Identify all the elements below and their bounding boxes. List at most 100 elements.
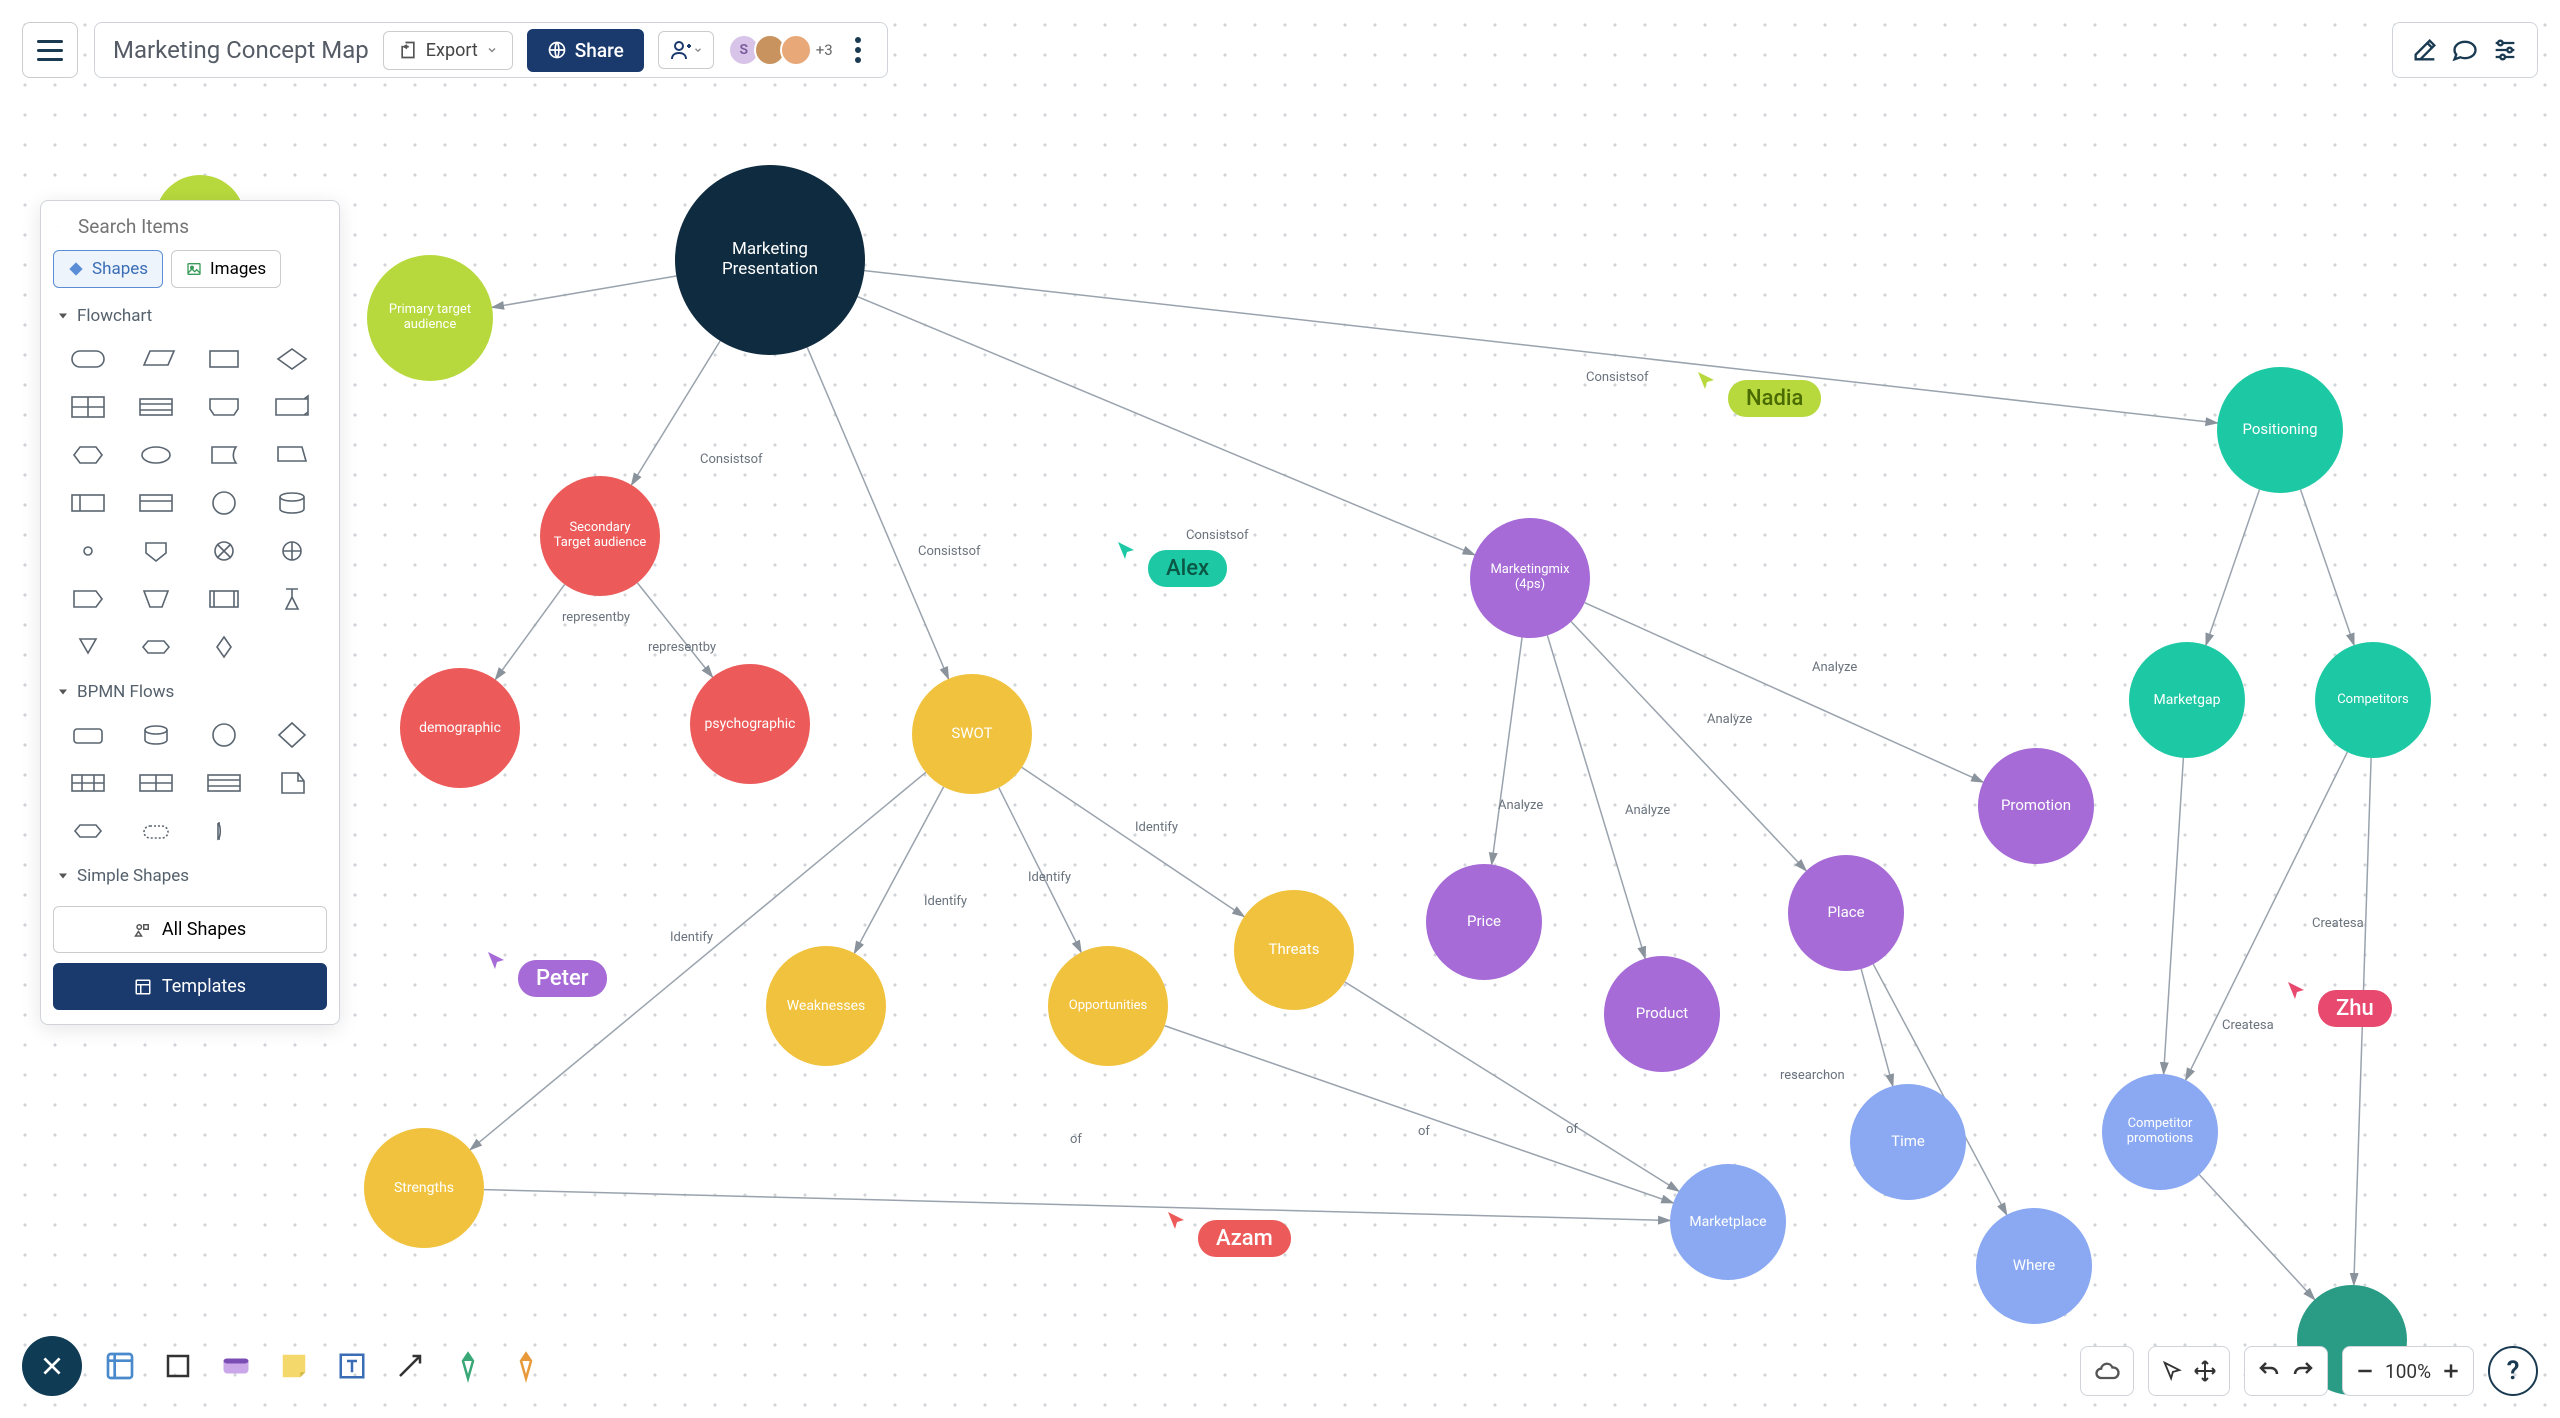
frame-tool[interactable] xyxy=(100,1346,140,1386)
search-input[interactable] xyxy=(78,215,323,238)
concept-node[interactable]: Positioning xyxy=(2217,367,2343,493)
concept-node[interactable]: Marketplace xyxy=(1670,1164,1786,1280)
shape-item[interactable] xyxy=(261,530,323,572)
shape-item[interactable] xyxy=(261,482,323,524)
shape-item[interactable] xyxy=(193,434,255,476)
shape-item[interactable] xyxy=(125,434,187,476)
concept-node[interactable]: Time xyxy=(1850,1084,1966,1200)
comments-button[interactable] xyxy=(2445,30,2485,70)
shape-item[interactable] xyxy=(125,578,187,620)
zoom-level[interactable]: 100% xyxy=(2385,1360,2431,1383)
shape-item[interactable] xyxy=(261,626,323,668)
shape-item[interactable] xyxy=(125,810,187,852)
undo-icon[interactable] xyxy=(2257,1359,2281,1383)
shape-item[interactable] xyxy=(57,762,119,804)
section-header-flowchart[interactable]: Flowchart xyxy=(41,298,339,334)
concept-node[interactable]: psychographic xyxy=(690,664,810,784)
card-tool[interactable] xyxy=(216,1346,256,1386)
all-shapes-button[interactable]: All Shapes xyxy=(53,906,327,953)
concept-node[interactable]: Threats xyxy=(1234,890,1354,1010)
move-icon[interactable] xyxy=(2193,1359,2217,1383)
avatar[interactable] xyxy=(780,34,812,66)
shape-item[interactable] xyxy=(193,626,255,668)
rectangle-tool[interactable] xyxy=(158,1346,198,1386)
shape-item[interactable] xyxy=(57,626,119,668)
menu-button[interactable] xyxy=(22,22,78,78)
shape-item[interactable] xyxy=(57,338,119,380)
connector-tool[interactable] xyxy=(390,1346,430,1386)
more-menu-button[interactable] xyxy=(847,29,869,71)
add-collaborator-button[interactable] xyxy=(658,31,714,69)
shape-item[interactable] xyxy=(125,386,187,428)
concept-node[interactable]: Primary target audience xyxy=(367,255,493,381)
collaborator-overflow[interactable]: +3 xyxy=(816,41,833,59)
concept-node[interactable]: Product xyxy=(1604,956,1720,1072)
cursor-icon[interactable] xyxy=(2161,1360,2183,1382)
text-tool[interactable] xyxy=(332,1346,372,1386)
concept-node[interactable]: Opportunities xyxy=(1048,946,1168,1066)
sticky-tool[interactable] xyxy=(274,1346,314,1386)
shape-item[interactable] xyxy=(57,482,119,524)
shape-item[interactable] xyxy=(193,530,255,572)
shape-item[interactable] xyxy=(193,482,255,524)
section-header-bpmn[interactable]: BPMN Flows xyxy=(41,674,339,710)
shape-item[interactable] xyxy=(125,338,187,380)
concept-node[interactable]: Where xyxy=(1976,1208,2092,1324)
concept-node[interactable]: Marketgap xyxy=(2129,642,2245,758)
shape-item[interactable] xyxy=(125,762,187,804)
concept-node[interactable]: Price xyxy=(1426,864,1542,980)
highlighter-tool[interactable] xyxy=(506,1346,546,1386)
zoom-in-icon[interactable] xyxy=(2441,1361,2461,1381)
concept-node[interactable]: Secondary Target audience xyxy=(540,476,660,596)
shape-item[interactable] xyxy=(193,810,255,852)
tab-images[interactable]: Images xyxy=(171,250,281,288)
shape-item[interactable] xyxy=(261,578,323,620)
shape-item[interactable] xyxy=(193,338,255,380)
zoom-out-icon[interactable] xyxy=(2355,1361,2375,1381)
concept-node[interactable]: Weaknesses xyxy=(766,946,886,1066)
shape-item[interactable] xyxy=(193,578,255,620)
collaborator-avatars[interactable]: S +3 xyxy=(728,34,833,66)
shape-item[interactable] xyxy=(261,762,323,804)
cloud-icon[interactable] xyxy=(2093,1357,2121,1385)
shape-item[interactable] xyxy=(57,714,119,756)
concept-node[interactable]: Marketing Presentation xyxy=(675,165,865,355)
document-title[interactable]: Marketing Concept Map xyxy=(113,36,369,64)
shape-item[interactable] xyxy=(125,530,187,572)
concept-node[interactable]: Competitors xyxy=(2315,642,2431,758)
concept-node[interactable]: Promotion xyxy=(1978,748,2094,864)
shape-item[interactable] xyxy=(261,386,323,428)
shape-item[interactable] xyxy=(193,386,255,428)
shape-item[interactable] xyxy=(125,714,187,756)
shape-item[interactable] xyxy=(193,762,255,804)
shape-item[interactable] xyxy=(125,482,187,524)
help-button[interactable]: ? xyxy=(2488,1346,2538,1396)
templates-button[interactable]: Templates xyxy=(53,963,327,1010)
section-header-simple[interactable]: Simple Shapes xyxy=(41,858,339,894)
shape-item[interactable] xyxy=(57,530,119,572)
shape-item[interactable] xyxy=(261,810,323,852)
settings-button[interactable] xyxy=(2485,30,2525,70)
shape-item[interactable] xyxy=(261,434,323,476)
shape-item[interactable] xyxy=(125,626,187,668)
shape-item[interactable] xyxy=(261,714,323,756)
concept-node[interactable]: SWOT xyxy=(912,674,1032,794)
shape-item[interactable] xyxy=(193,714,255,756)
tab-shapes[interactable]: Shapes xyxy=(53,250,163,288)
canvas[interactable]: Marketing Presentation Primary target aud… xyxy=(0,0,2560,1418)
shape-item[interactable] xyxy=(57,810,119,852)
concept-node[interactable]: demographic xyxy=(400,668,520,788)
redo-icon[interactable] xyxy=(2291,1359,2315,1383)
concept-node[interactable]: Strengths xyxy=(364,1128,484,1248)
share-button[interactable]: Share xyxy=(527,29,644,72)
concept-node[interactable]: Marketingmix (4ps) xyxy=(1470,518,1590,638)
close-panel-button[interactable] xyxy=(22,1336,82,1396)
concept-node[interactable]: Place xyxy=(1788,855,1904,971)
shape-item[interactable] xyxy=(57,578,119,620)
concept-node[interactable]: Competitor promotions xyxy=(2102,1074,2218,1190)
pen-tool[interactable] xyxy=(448,1346,488,1386)
shape-item[interactable] xyxy=(261,338,323,380)
shape-item[interactable] xyxy=(57,434,119,476)
edit-button[interactable] xyxy=(2405,30,2445,70)
shape-item[interactable] xyxy=(57,386,119,428)
